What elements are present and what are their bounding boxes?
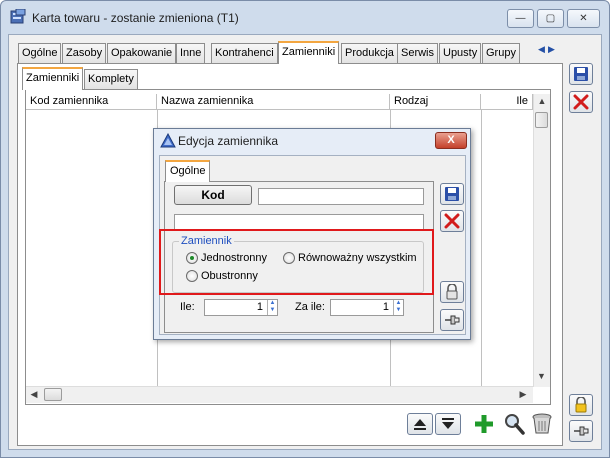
- column-header-kod[interactable]: Kod zamiennika: [26, 94, 157, 110]
- kod-input[interactable]: [258, 188, 424, 205]
- dialog-lock-button[interactable]: [440, 281, 464, 303]
- ile-value[interactable]: 1: [257, 301, 263, 313]
- search-button[interactable]: [502, 412, 526, 436]
- magnifier-icon: [505, 414, 525, 435]
- dialog-app-icon: [160, 133, 176, 148]
- horizontal-scroll-thumb[interactable]: [44, 388, 62, 401]
- tab-inne[interactable]: Inne: [176, 43, 206, 63]
- za-ile-value[interactable]: 1: [383, 301, 389, 313]
- maximize-button[interactable]: ▢: [537, 9, 564, 28]
- dialog-title: Edycja zamiennika: [178, 134, 279, 148]
- tab-zasoby[interactable]: Zasoby: [62, 43, 107, 63]
- tab-ogolne[interactable]: Ogólne: [18, 43, 62, 63]
- column-header-ile[interactable]: Ile: [481, 94, 533, 110]
- tab-opakowanie[interactable]: Opakowanie: [107, 43, 177, 63]
- move-down-button[interactable]: [435, 413, 461, 435]
- pin-icon: [445, 315, 460, 325]
- move-up-button[interactable]: [407, 413, 433, 435]
- scroll-right-icon[interactable]: ▶: [518, 389, 528, 400]
- close-icon: [573, 94, 589, 110]
- tab-upusty[interactable]: Upusty: [439, 43, 482, 63]
- cancel-button[interactable]: [569, 91, 593, 113]
- save-icon: [445, 187, 459, 201]
- arrow-up-icon: [414, 419, 426, 430]
- save-button[interactable]: [569, 63, 593, 85]
- subtab-zamienniki[interactable]: Zamienniki: [22, 67, 84, 90]
- ile-label: Ile:: [180, 301, 195, 313]
- horizontal-scrollbar[interactable]: [26, 386, 533, 403]
- pin-icon: [574, 426, 589, 436]
- za-ile-spin-arrows[interactable]: ▲ ▼: [393, 300, 403, 315]
- tab-grupy[interactable]: Grupy: [482, 43, 520, 63]
- tab-scroll-right-icon[interactable]: ▶: [548, 44, 558, 58]
- subtab-komplety[interactable]: Komplety: [84, 69, 138, 89]
- highlight-annotation-box: [159, 229, 434, 295]
- lock-icon: [446, 284, 458, 300]
- close-window-button[interactable]: ✕: [567, 9, 600, 28]
- scroll-left-icon[interactable]: ◀: [29, 389, 39, 400]
- window-title: Karta towaru - zostanie zmieniona (T1): [32, 11, 239, 25]
- column-divider: [481, 110, 482, 386]
- close-icon: [444, 213, 460, 229]
- ile-spinner[interactable]: 1 ▲ ▼: [204, 299, 278, 316]
- column-header-nazwa[interactable]: Nazwa zamiennika: [157, 94, 390, 110]
- scroll-up-icon[interactable]: ▲: [534, 96, 550, 106]
- tab-produkcja[interactable]: Produkcja: [341, 43, 398, 63]
- add-button[interactable]: [473, 413, 495, 435]
- tab-kontrahenci[interactable]: Kontrahenci: [211, 43, 278, 63]
- trash-icon: [532, 413, 552, 434]
- tab-serwis[interactable]: Serwis: [397, 43, 439, 63]
- arrow-down-icon: [442, 418, 454, 429]
- za-ile-label: Za ile:: [295, 301, 325, 313]
- vertical-scroll-thumb[interactable]: [535, 112, 548, 128]
- dialog-close-button[interactable]: X: [435, 132, 467, 149]
- dialog-cancel-button[interactable]: [440, 210, 464, 232]
- dialog-pin-button[interactable]: [440, 309, 464, 331]
- dialog-save-button[interactable]: [440, 183, 464, 205]
- save-icon: [574, 67, 588, 81]
- lock-button[interactable]: [569, 394, 593, 416]
- tab-zamienniki[interactable]: Zamienniki: [278, 41, 340, 64]
- title-bar[interactable]: Karta towaru - zostanie zmieniona (T1) —…: [0, 0, 608, 34]
- scroll-down-icon[interactable]: ▼: [535, 371, 548, 381]
- dialog-tab-ogolne[interactable]: Ogólne: [165, 160, 210, 182]
- pin-button[interactable]: [569, 420, 593, 442]
- delete-button[interactable]: [530, 412, 554, 436]
- column-header-rodzaj[interactable]: Rodzaj: [390, 94, 481, 110]
- kod-button[interactable]: Kod: [174, 185, 252, 205]
- lock-icon: [575, 397, 587, 413]
- za-ile-spinner[interactable]: 1 ▲ ▼: [330, 299, 404, 316]
- vertical-scrollbar[interactable]: ▲: [533, 94, 550, 387]
- product-card-icon: [10, 9, 26, 24]
- plus-icon: [475, 415, 493, 433]
- ile-spin-arrows[interactable]: ▲ ▼: [267, 300, 277, 315]
- minimize-button[interactable]: —: [507, 9, 534, 28]
